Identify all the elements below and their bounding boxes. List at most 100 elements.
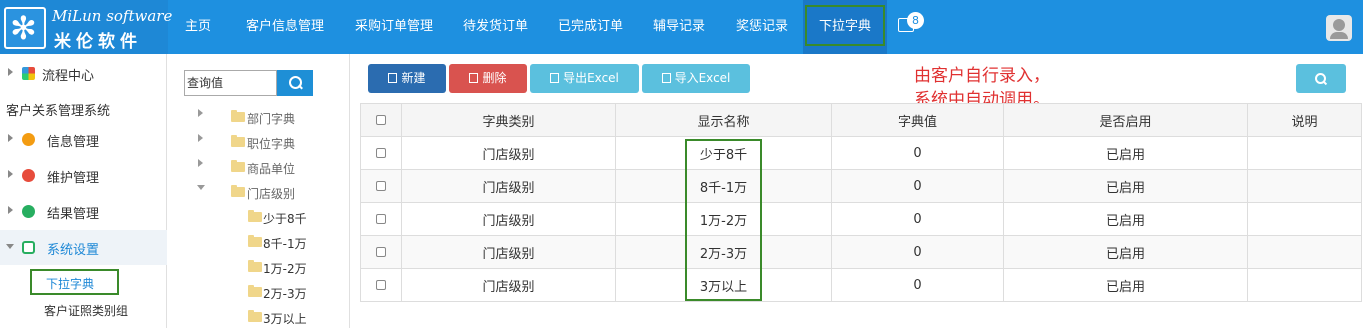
column-header[interactable]: 字典类别 [401,103,616,137]
table-cell: 已启用 [1003,235,1248,269]
table-row[interactable]: 门店级别 1万-2万 0 已启用 [360,202,1362,236]
system-name: 客户关系管理系统 [6,104,111,119]
column-header[interactable]: 说明 [1247,103,1362,137]
sidebar-subitem-license-category[interactable]: 客户证照类别组 [44,302,128,319]
user-icon [22,133,35,146]
new-button[interactable]: 新建 [368,64,446,93]
table-cell: 门店级别 [401,235,616,269]
folder-icon [231,160,245,172]
logo: MiLun software 米伦软件 [0,0,172,54]
row-checkbox[interactable] [376,148,386,158]
sidebar-item-info-management[interactable]: 信息管理 [0,122,167,157]
column-highlight-box [685,139,762,301]
import-button-label: 导入Excel [674,71,731,85]
sidebar: 流程中心 客户关系管理系统 信息管理 维护管理 结果管理 系统设置 下拉字典 客… [0,54,167,328]
row-checkbox[interactable] [376,214,386,224]
folder-icon [231,135,245,147]
tree-node-department[interactable]: 部门字典 [247,110,295,127]
file-icon [388,73,398,83]
dictionary-tree-panel: 部门字典 职位字典 商品单位 门店级别 少于8千 8千-1万 1万-2万 2万-… [168,54,350,328]
tree-leaf[interactable]: 8千-1万 [263,235,307,252]
table-cell: 门店级别 [401,169,616,203]
tree-leaf[interactable]: 2万-3万 [263,285,307,302]
export-excel-button[interactable]: 导出Excel [530,64,639,93]
maintenance-icon [22,169,35,182]
nav-coaching-records[interactable]: 辅导记录 [653,0,705,54]
table-cell: 0 [831,136,1004,170]
logo-text-cn: 米伦软件 [54,32,142,52]
row-checkbox[interactable] [376,280,386,290]
chevron-right-icon[interactable] [198,159,203,167]
search-button[interactable] [1296,64,1346,93]
column-header[interactable]: 显示名称 [615,103,832,137]
table-header-row: 字典类别 显示名称 字典值 是否启用 说明 [360,103,1362,137]
table-cell: 0 [831,268,1004,302]
import-icon [661,73,671,83]
sidebar-item-label: 信息管理 [47,135,100,150]
table-row[interactable]: 门店级别 少于8千 0 已启用 [360,136,1362,170]
nav-reward-records[interactable]: 奖惩记录 [736,0,788,54]
column-header[interactable]: 是否启用 [1003,103,1248,137]
tree-leaf[interactable]: 1万-2万 [263,260,307,277]
row-checkbox[interactable] [376,247,386,257]
tree-node-position[interactable]: 职位字典 [247,135,295,152]
column-header[interactable]: 字典值 [831,103,1004,137]
tree-node-product-unit[interactable]: 商品单位 [247,160,295,177]
table-cell: 0 [831,202,1004,236]
sidebar-item-label: 系统设置 [47,243,100,258]
folder-icon [248,235,262,247]
nav-customer-info[interactable]: 客户信息管理 [246,0,324,54]
table-cell [1247,136,1362,170]
chevron-down-icon [6,244,14,249]
sidebar-highlight-box [30,269,119,295]
table-cell: 门店级别 [401,202,616,236]
table-cell [1247,169,1362,203]
row-select-cell [360,268,402,302]
tree-leaf[interactable]: 少于8千 [263,210,307,227]
sidebar-item-flow-center[interactable]: 流程中心 [0,56,167,91]
nav-completed-orders[interactable]: 已完成订单 [558,0,623,54]
export-icon [550,73,560,83]
delete-button[interactable]: 删除 [449,64,527,93]
nav-home[interactable]: 主页 [185,0,211,54]
sidebar-item-label: 流程中心 [42,69,95,84]
table-cell [1247,235,1362,269]
delete-button-label: 删除 [482,71,507,85]
logo-text-en: MiLun software [52,7,173,25]
folder-icon [231,185,245,197]
select-all-checkbox[interactable] [376,115,386,125]
top-nav: MiLun software 米伦软件 主页 客户信息管理 采购订单管理 待发货… [0,0,1363,54]
sidebar-item-system-settings[interactable]: 系统设置 [0,230,167,265]
row-select-cell [360,235,402,269]
flow-icon [22,67,35,80]
table-row[interactable]: 门店级别 8千-1万 0 已启用 [360,169,1362,203]
table-cell [1247,202,1362,236]
annotation-line: 由客户自行录入， [914,66,1050,86]
tree-search-button[interactable] [277,70,313,96]
user-avatar[interactable] [1326,15,1352,41]
chevron-right-icon [8,206,13,214]
snowflake-logo-icon [4,7,46,49]
import-excel-button[interactable]: 导入Excel [642,64,750,93]
sidebar-item-label: 维护管理 [47,171,100,186]
table-cell: 0 [831,235,1004,269]
sidebar-item-results[interactable]: 结果管理 [0,194,167,229]
chevron-right-icon[interactable] [198,109,203,117]
table-cell: 门店级别 [401,136,616,170]
table-row[interactable]: 门店级别 3万以上 0 已启用 [360,268,1362,302]
table-cell [1247,268,1362,302]
nav-pending-shipment[interactable]: 待发货订单 [463,0,528,54]
tree-node-store-level[interactable]: 门店级别 [247,185,295,202]
notification-badge: 8 [907,12,924,29]
row-checkbox[interactable] [376,181,386,191]
tree-leaf[interactable]: 3万以上 [263,310,307,327]
nav-purchase-orders[interactable]: 采购订单管理 [355,0,433,54]
table-cell: 0 [831,169,1004,203]
sidebar-item-label: 结果管理 [47,207,100,222]
chevron-right-icon[interactable] [198,134,203,142]
chevron-down-icon[interactable] [197,185,205,190]
folder-icon [231,110,245,122]
sidebar-item-maintenance[interactable]: 维护管理 [0,158,167,193]
tree-search-input[interactable] [184,70,277,96]
table-row[interactable]: 门店级别 2万-3万 0 已启用 [360,235,1362,269]
